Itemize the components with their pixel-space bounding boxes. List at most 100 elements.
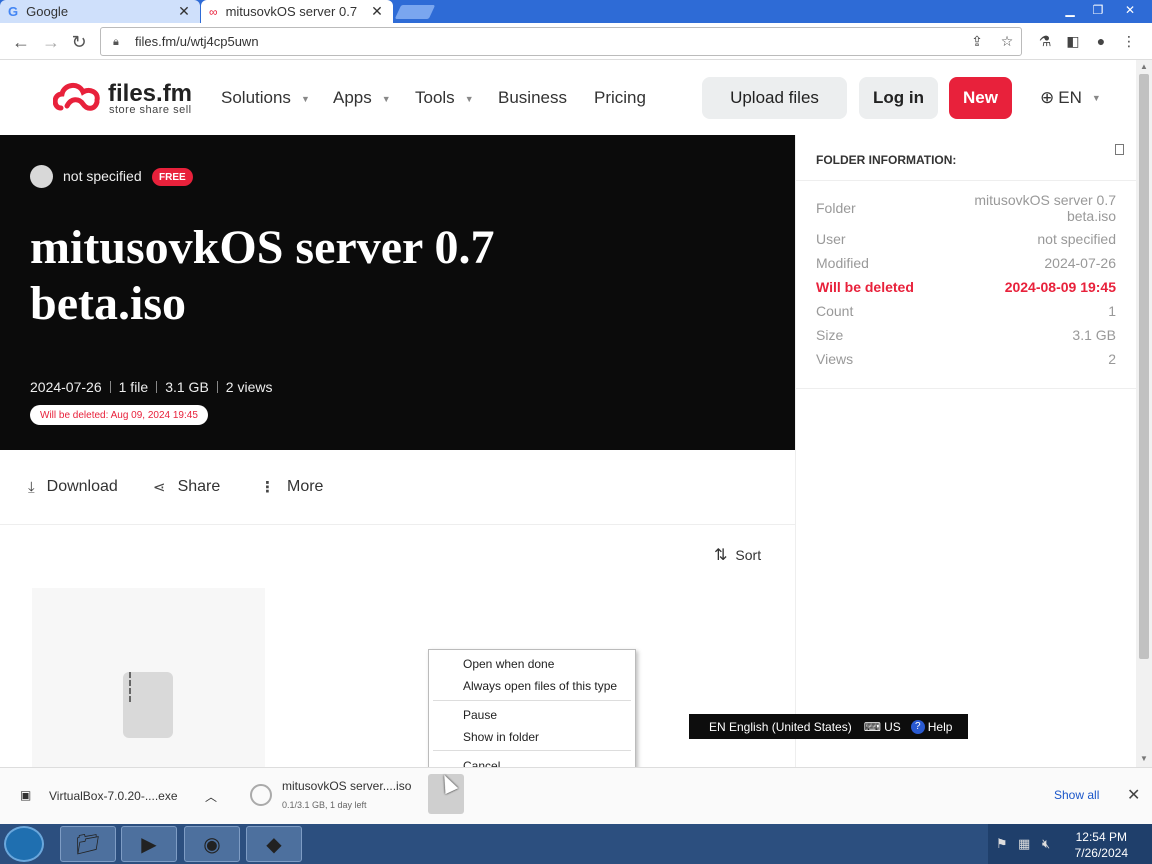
new-button[interactable]: New — [949, 77, 1012, 119]
nav-solutions[interactable]: Solutions ▼ — [221, 88, 310, 108]
extension-icon[interactable]: ⚗ — [1036, 33, 1054, 51]
nav-tools[interactable]: Tools ▼ — [415, 88, 474, 108]
menu-item-open-when-done[interactable]: Open when done — [463, 657, 554, 671]
clock[interactable]: 12:54 PM 7/26/2024 — [1075, 829, 1128, 861]
info-label: Size — [816, 327, 844, 343]
file-size: 3.1 GB — [165, 379, 209, 395]
zip-file-icon — [123, 672, 173, 738]
chevron-down-icon: ▼ — [300, 93, 310, 104]
download-button[interactable]: ⤓ Download — [28, 478, 118, 496]
filesfm-icon: ∞ — [209, 4, 218, 19]
sort-icon: ⇅ — [714, 547, 728, 564]
close-window-button[interactable]: ✕ — [1112, 0, 1148, 20]
download-icon: ⤓ — [28, 478, 35, 496]
menu-item-always-open[interactable]: Always open files of this type — [463, 679, 617, 693]
network-icon[interactable]: ▦ — [1018, 836, 1030, 852]
action-bar: ⤓ Download ⋖ Share ⋮ More — [0, 450, 795, 525]
explorer-icon[interactable]: 📁︎ — [60, 826, 116, 862]
nav-label: Tools — [415, 88, 455, 107]
page-scrollbar[interactable]: ▲ ▼ — [1136, 60, 1152, 767]
info-label: Folder — [816, 200, 856, 216]
share-page-icon[interactable]: ⇪ — [968, 33, 986, 51]
maximize-button[interactable]: ❐ — [1084, 0, 1112, 20]
sort-label: Sort — [735, 547, 762, 563]
help-label[interactable]: Help — [928, 720, 953, 734]
start-button[interactable] — [4, 826, 44, 862]
volume-muted-icon[interactable]: 🔇︎ — [1042, 836, 1050, 852]
keyboard-icon: ⌨ — [863, 719, 882, 734]
upload-files-button[interactable]: Upload files — [702, 77, 847, 119]
help-icon: ? — [910, 719, 925, 734]
minimize-button[interactable]: ▁ — [1056, 0, 1084, 20]
nav-business[interactable]: Business — [498, 88, 567, 108]
chrome-icon[interactable]: ◉ — [184, 826, 240, 862]
filesfm-logo-icon[interactable] — [53, 80, 103, 114]
close-icon[interactable]: ✕ — [1127, 785, 1140, 805]
menu-divider — [433, 750, 631, 751]
file-meta: 2024-07-26 1 file 3.1 GB 2 views — [30, 379, 272, 395]
page-title: mitusovkOS server 0.7 beta.iso — [30, 221, 495, 330]
keyboard-layout[interactable]: US — [884, 720, 901, 734]
new-tab-button[interactable] — [394, 5, 436, 19]
tab-google[interactable]: G Google ✕ — [0, 0, 200, 23]
scroll-down-icon[interactable]: ▼ — [1140, 754, 1148, 763]
info-value: not specified — [1037, 231, 1116, 247]
address-bar[interactable]: 🔒︎ files.fm/u/wtj4cp5uwn — [100, 27, 1022, 56]
tab-filesfm[interactable]: ∞ mitusovkOS server 0.7 ✕ — [201, 0, 393, 23]
divider — [796, 388, 1137, 389]
lock-icon: 🔒︎ — [113, 35, 119, 48]
copy-icon[interactable] — [1115, 144, 1124, 155]
close-tab-icon[interactable]: ✕ — [369, 3, 385, 20]
profile-icon[interactable]: ● — [1092, 33, 1110, 51]
login-button[interactable]: Log in — [859, 77, 938, 119]
owner-name[interactable]: not specified — [63, 168, 142, 184]
info-value: 2024-07-26 — [1044, 255, 1116, 271]
nav-label: Apps — [333, 88, 372, 107]
chevron-up-icon[interactable]: ︿ — [205, 788, 217, 805]
sidepanel-icon[interactable]: ◧ — [1064, 33, 1082, 51]
scrollbar-thumb[interactable] — [1139, 74, 1149, 659]
folder-info-panel: FOLDER INFORMATION: Folder mitusovkOS se… — [795, 135, 1137, 767]
sort-button[interactable]: ⇅ Sort — [714, 545, 761, 565]
download-item-iso[interactable]: mitusovkOS server....iso — [282, 779, 411, 793]
info-value: 2024-08-09 19:45 — [1004, 279, 1116, 295]
plan-badge: FREE — [152, 168, 193, 186]
info-label: Count — [816, 303, 854, 319]
close-tab-icon[interactable]: ✕ — [176, 3, 192, 20]
reload-icon[interactable]: ↻ — [68, 31, 90, 53]
menu-icon[interactable]: ⋮ — [1120, 33, 1138, 51]
nav-pricing[interactable]: Pricing — [594, 88, 646, 108]
delete-notice-badge: Will be deleted: Aug 09, 2024 19:45 — [30, 405, 208, 425]
divider — [216, 381, 218, 393]
forward-icon[interactable]: → — [40, 31, 62, 53]
flag-icon[interactable]: ⚑ — [996, 836, 1008, 852]
avatar[interactable] — [30, 165, 53, 188]
show-all-link[interactable]: Show all — [1054, 788, 1099, 802]
bookmark-star-icon[interactable]: ☆ — [998, 33, 1016, 51]
back-icon[interactable]: ← — [10, 31, 32, 53]
language-name[interactable]: EN English (United States) — [709, 720, 852, 734]
media-player-icon[interactable]: ▶ — [121, 826, 177, 862]
view-count: 2 views — [225, 379, 273, 395]
scroll-up-icon[interactable]: ▲ — [1140, 62, 1148, 71]
chevron-down-icon: ▼ — [381, 93, 391, 104]
more-button[interactable]: ⋮ More — [260, 478, 323, 496]
info-value: 1 — [1108, 303, 1116, 319]
progress-ring-icon — [250, 784, 272, 806]
nav-label: Solutions — [221, 88, 291, 107]
menu-divider — [433, 700, 631, 701]
menu-item-pause[interactable]: Pause — [463, 708, 497, 722]
info-value: mitusovkOS server 0.7 beta.iso — [974, 192, 1116, 224]
language-selector[interactable]: ⊕ EN ▼ — [1040, 88, 1101, 108]
file-count: 1 file — [118, 379, 149, 395]
virtualbox-icon[interactable]: ◆ — [246, 826, 302, 862]
nav-apps[interactable]: Apps ▼ — [333, 88, 391, 108]
taskbar: 📁︎ ▶ ◉ ◆ ⚑ ▦ 🔇︎ 12:54 PM 7/26/2024 — [0, 824, 1152, 864]
menu-item-show-in-folder[interactable]: Show in folder — [463, 730, 539, 744]
google-icon: G — [8, 4, 19, 19]
system-tray: ⚑ ▦ 🔇︎ 12:54 PM 7/26/2024 — [988, 824, 1152, 864]
clock-time: 12:54 PM — [1075, 830, 1127, 844]
download-item-virtualbox[interactable]: VirtualBox-7.0.20-....exe — [49, 789, 178, 803]
site-header: files.fm store share sell Solutions ▼ App… — [0, 60, 1136, 135]
share-button[interactable]: ⋖ Share — [153, 478, 220, 496]
